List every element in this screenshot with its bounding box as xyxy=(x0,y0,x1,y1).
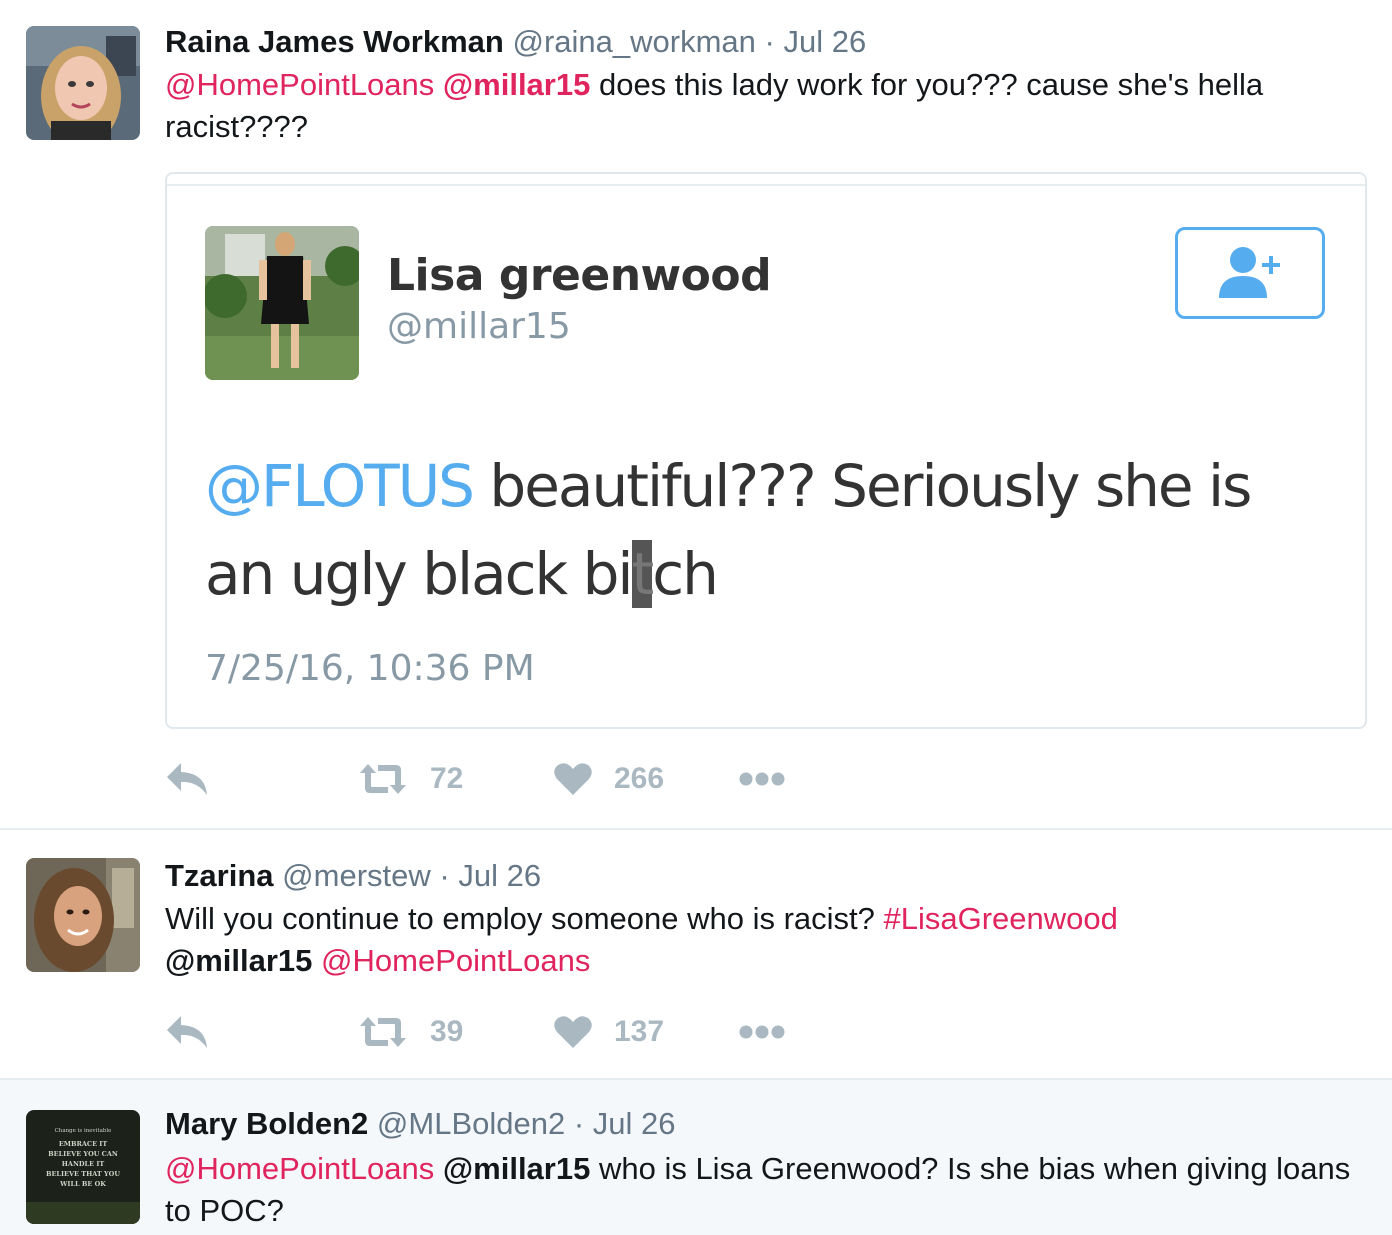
avatar[interactable]: Change is inevitable EMBRACE IT BELIEVE … xyxy=(26,1110,140,1224)
author-name[interactable]: Tzarina xyxy=(165,858,274,893)
card-avatar xyxy=(205,226,359,380)
separator: · xyxy=(573,1106,585,1141)
card-tweet-text: @FLOTUS beautiful??? Seriously she is an… xyxy=(205,442,1325,618)
avatar-tzarina-image xyxy=(26,858,140,972)
tweet-tzarina[interactable]: Tzarina @merstew · Jul 26 Will you conti… xyxy=(0,828,1392,1078)
tweet-text: @HomePointLoans @millar15 who is Lisa Gr… xyxy=(165,1148,1365,1232)
like-button[interactable]: 137 xyxy=(554,1010,664,1054)
avatar-text-1: EMBRACE IT xyxy=(59,1140,108,1148)
tweet-text: @HomePointLoans @millar15 does this lady… xyxy=(165,64,1365,148)
author-name[interactable]: Mary Bolden2 xyxy=(165,1106,368,1141)
heart-icon xyxy=(554,763,592,795)
retweet-count: 72 xyxy=(430,762,464,795)
separator: · xyxy=(764,24,775,59)
more-icon xyxy=(739,772,785,786)
card-author-handle: @millar15 xyxy=(387,306,571,347)
card-text-end: ch xyxy=(652,540,719,608)
card-text-line2: an ugly black bi xyxy=(205,540,634,608)
reply-icon xyxy=(167,763,207,795)
reply-icon xyxy=(167,1016,207,1048)
tweet-text: Will you continue to employ someone who … xyxy=(165,898,1365,982)
card-mention-flotus: @FLOTUS xyxy=(205,452,475,520)
quoted-screenshot-card[interactable]: Lisa greenwood @millar15 @FLOTUS beautif… xyxy=(165,172,1367,729)
retweet-count: 39 xyxy=(430,1015,464,1048)
card-divider xyxy=(167,184,1365,186)
card-text-line1: beautiful??? Seriously she is xyxy=(472,452,1252,520)
avatar-raina-image xyxy=(26,26,140,140)
tweet-date[interactable]: Jul 26 xyxy=(593,1106,676,1141)
like-count: 137 xyxy=(614,1015,665,1048)
author-name[interactable]: Raina James Workman xyxy=(165,24,504,59)
avatar[interactable] xyxy=(26,26,140,140)
retweet-button[interactable]: 39 xyxy=(358,1010,463,1054)
card-timestamp: 7/25/16, 10:36 PM xyxy=(205,648,535,689)
follow-button[interactable] xyxy=(1175,227,1325,319)
like-count: 266 xyxy=(614,762,665,795)
tweet-actions: 72 266 xyxy=(165,757,865,801)
reply-button[interactable] xyxy=(165,757,209,801)
tweet-header: Tzarina @merstew · Jul 26 xyxy=(165,856,541,896)
retweet-icon xyxy=(360,764,406,794)
tweet-header: Raina James Workman @raina_workman · Jul… xyxy=(165,22,866,62)
follow-user-icon xyxy=(1219,247,1280,298)
avatar-text-3: HANDLE IT xyxy=(62,1160,105,1168)
censored-letter: t xyxy=(631,540,654,608)
tweet-date[interactable]: Jul 26 xyxy=(783,24,866,59)
avatar-lisa-image xyxy=(205,226,359,380)
author-handle[interactable]: @MLBolden2 xyxy=(377,1106,565,1141)
separator: · xyxy=(439,858,450,893)
retweet-icon xyxy=(360,1017,406,1047)
tweet-actions: 39 137 xyxy=(165,1010,865,1054)
card-author-name: Lisa greenwood xyxy=(387,250,772,301)
tweet-header: Mary Bolden2 @MLBolden2 · Jul 26 xyxy=(165,1104,676,1144)
mention-homepointloans[interactable]: @HomePointLoans xyxy=(165,67,434,102)
avatar-text-2: BELIEVE YOU CAN xyxy=(48,1150,118,1158)
avatar-text-5: WILL BE OK xyxy=(59,1180,106,1188)
tweet-mary[interactable]: Change is inevitable EMBRACE IT BELIEVE … xyxy=(0,1078,1392,1235)
tweet-body: Will you continue to employ someone who … xyxy=(165,901,884,936)
mention-homepointloans[interactable]: @HomePointLoans xyxy=(165,1151,434,1186)
retweet-button[interactable]: 72 xyxy=(358,757,463,801)
hashtag-lisagreenwood[interactable]: #LisaGreenwood xyxy=(884,901,1118,936)
mention-millar15[interactable]: @millar15 xyxy=(165,943,312,978)
heart-icon xyxy=(554,1016,592,1048)
more-icon xyxy=(739,1025,785,1039)
mention-millar15[interactable]: @millar15 xyxy=(443,1151,590,1186)
more-button[interactable] xyxy=(738,757,786,801)
avatar[interactable] xyxy=(26,858,140,972)
tweet-date[interactable]: Jul 26 xyxy=(458,858,541,893)
like-button[interactable]: 266 xyxy=(554,757,664,801)
avatar-mary-image: Change is inevitable EMBRACE IT BELIEVE … xyxy=(26,1110,140,1224)
more-button[interactable] xyxy=(738,1010,786,1054)
author-handle[interactable]: @raina_workman xyxy=(512,24,755,59)
mention-millar15[interactable]: @millar15 xyxy=(443,67,590,102)
mention-homepointloans[interactable]: @HomePointLoans xyxy=(321,943,590,978)
avatar-text-4: BELIEVE THAT YOU xyxy=(46,1170,120,1178)
reply-button[interactable] xyxy=(165,1010,209,1054)
avatar-text-0: Change is inevitable xyxy=(55,1128,112,1134)
tweet-raina[interactable]: Raina James Workman @raina_workman · Jul… xyxy=(0,0,1392,828)
author-handle[interactable]: @merstew xyxy=(282,858,431,893)
